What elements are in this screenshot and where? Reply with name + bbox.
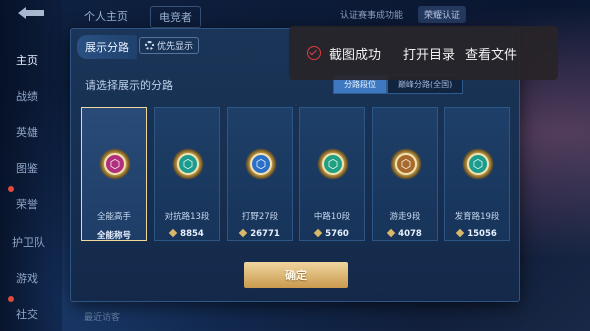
notification-dot <box>8 296 14 302</box>
jungle-icon: ⬡ <box>243 146 279 182</box>
emblem-glyph: ⬡ <box>467 153 489 175</box>
score-value: 全能称号 <box>96 231 131 241</box>
score-value: 15056 <box>467 229 497 239</box>
emblem-glyph: ⬡ <box>322 153 344 175</box>
score-value: 5760 <box>325 229 349 239</box>
lane-card[interactable]: ⬡ 游走9段 4078 <box>372 107 438 241</box>
score-icon <box>386 228 396 238</box>
dialog-title: 展示分路 <box>77 35 137 59</box>
confirm-button[interactable]: 确定 <box>244 262 348 288</box>
lane-card[interactable]: ⬡ 全能高手全能称号 <box>81 107 147 241</box>
lane-card-score: 4078 <box>373 228 437 239</box>
emblem-glyph: ⬡ <box>177 153 199 175</box>
clash-lane-icon: ⬡ <box>170 146 206 182</box>
mid-lane-icon: ⬡ <box>315 146 351 182</box>
nav-item-heroes[interactable]: 英雄 <box>16 124 38 140</box>
score-value: 8854 <box>180 229 204 239</box>
tab-other[interactable]: 电竞者 <box>150 6 201 28</box>
score-icon <box>238 228 248 238</box>
score-value: 26771 <box>250 229 280 239</box>
roam-icon: ⬡ <box>388 146 424 182</box>
lane-card[interactable]: ⬡ 中路10段 5760 <box>299 107 365 241</box>
priority-display-button[interactable]: 优先显示 <box>139 37 200 54</box>
notification-dot <box>8 186 14 192</box>
lane-card-label: 对抗路13段 <box>164 212 210 222</box>
nav-item-codex[interactable]: 图鉴 <box>16 160 38 176</box>
recent-visitors: 最近访客 <box>84 313 121 323</box>
priority-label: 优先显示 <box>157 42 194 52</box>
lane-card-label: 全能高手 <box>96 212 131 222</box>
lane-card[interactable]: ⬡ 对抗路13段 8854 <box>154 107 220 241</box>
lane-card-score: 26771 <box>228 228 292 239</box>
lane-card[interactable]: ⬡ 打野27段 26771 <box>227 107 293 241</box>
lane-card-label: 中路10段 <box>313 212 351 222</box>
left-nav: 主页 战绩 英雄 图鉴 荣誉 护卫队 游戏 社交 <box>0 0 62 331</box>
tab-profile[interactable]: 个人主页 <box>84 8 128 24</box>
score-icon <box>313 228 323 238</box>
lane-card-label: 游走9段 <box>389 212 421 222</box>
score-icon <box>455 228 465 238</box>
honor-cert-button[interactable]: 荣耀认证 <box>418 6 467 23</box>
all-round-icon: ⬡ <box>97 146 133 182</box>
toast-message: 截图成功 <box>329 47 382 63</box>
lane-card-label: 发育路19段 <box>454 212 500 222</box>
nav-item-record[interactable]: 战绩 <box>16 88 38 104</box>
back-icon[interactable] <box>14 6 48 20</box>
nav-item-social[interactable]: 社交 <box>16 306 38 322</box>
view-file-link[interactable]: 查看文件 <box>465 44 517 63</box>
dialog-subtitle: 请选择展示的分路 <box>85 79 173 92</box>
emblem-glyph: ⬡ <box>395 153 417 175</box>
success-icon <box>307 46 321 60</box>
farm-lane-icon: ⬡ <box>460 146 496 182</box>
nav-item-honor[interactable]: 荣誉 <box>16 196 38 212</box>
emblem-glyph: ⬡ <box>104 153 126 175</box>
lane-card-label: 打野27段 <box>241 212 279 222</box>
lane-card-score: 5760 <box>300 228 364 239</box>
nav-item-home[interactable]: 主页 <box>16 52 38 68</box>
lane-card-score: 15056 <box>445 228 509 239</box>
lane-card-score: 8854 <box>155 228 219 239</box>
emblem-glyph: ⬡ <box>250 153 272 175</box>
gear-icon <box>145 41 154 50</box>
score-value: 4078 <box>398 229 422 239</box>
lane-card[interactable]: ⬡ 发育路19段 15056 <box>444 107 510 241</box>
nav-item-games[interactable]: 游戏 <box>16 270 38 286</box>
lane-card-score: 全能称号 <box>82 229 146 241</box>
background-text: 认证赛事成功能 <box>340 11 404 21</box>
score-icon <box>168 228 178 238</box>
nav-item-guard[interactable]: 护卫队 <box>12 234 45 250</box>
open-directory-link[interactable]: 打开目录 <box>403 44 455 63</box>
screenshot-toast: 截图成功 打开目录 查看文件 <box>289 26 558 80</box>
